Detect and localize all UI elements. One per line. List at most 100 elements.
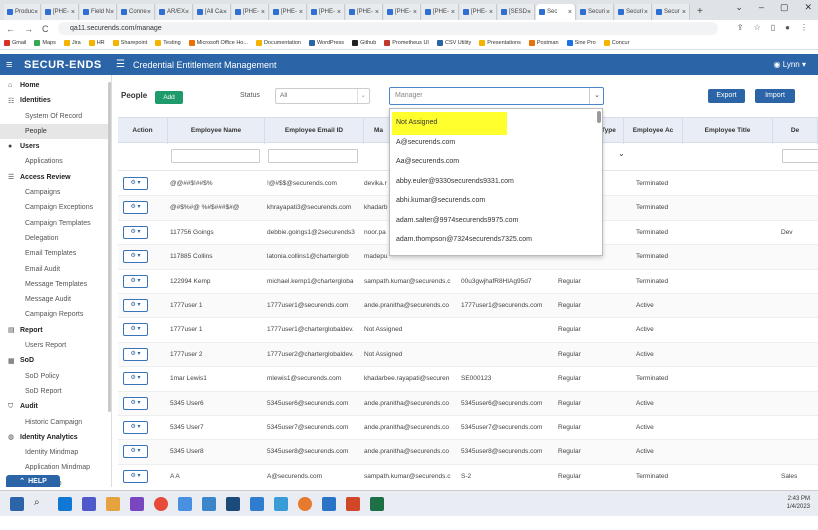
app-icon[interactable] [202,496,216,511]
browser-tab[interactable]: [PHE- × [422,4,459,20]
excel-icon[interactable] [370,496,384,511]
start-icon[interactable] [10,496,24,511]
sidebar-item[interactable]: Message Audit [0,292,111,307]
row-action-button[interactable]: ⚙ ▾ [123,372,148,386]
chevron-down-icon[interactable]: ⌄ [735,2,743,13]
new-tab-icon[interactable]: + [697,4,703,20]
chrome-icon[interactable] [154,496,168,511]
add-button[interactable]: Add [155,91,183,104]
browser-tab[interactable]: Field N × [80,4,117,20]
manager-option[interactable]: adam.salter@9974securends9975.com [390,211,602,231]
bookmark-item[interactable]: Postman [528,40,559,46]
employee-email-filter[interactable] [268,149,358,163]
user-menu[interactable]: ◉ Lynn ▾ [773,60,806,69]
sidebar-item[interactable]: Users Report [0,338,111,353]
forward-icon[interactable]: → [24,24,33,34]
sidebar-item[interactable]: Campaigns [0,185,111,200]
sidebar-item[interactable]: Delegation [0,231,111,246]
sidebar-section[interactable]: ⛉ Audit [0,399,111,414]
row-action-button[interactable]: ⚙ ▾ [123,274,148,288]
row-action-button[interactable]: ⚙ ▾ [123,225,148,239]
sidebar-item[interactable]: Application Mindmap [0,460,111,475]
sidebar-item[interactable]: SoD Policy [0,369,111,384]
sidebar-item[interactable]: Applications [0,154,111,169]
manager-option[interactable]: Aa@securends.com [390,152,602,172]
row-action-button[interactable]: ⚙ ▾ [123,299,148,312]
browser-tab[interactable]: Securi × [615,4,652,20]
row-action-button[interactable]: ⚙ ▾ [123,421,148,434]
tab-close-icon[interactable]: × [110,9,114,16]
browser-tab[interactable]: Securi × [577,4,614,20]
column-header[interactable]: Employee Email ID [265,118,364,144]
manager-option[interactable]: A@securends.com [390,133,602,153]
app-icon[interactable] [274,496,288,511]
browser-tab[interactable]: [PHE- × [346,4,383,20]
bookmark-item[interactable]: Microsoft Office Ho... [188,40,248,46]
tab-close-icon[interactable]: × [299,9,303,16]
browser-tab[interactable]: [PHE- × [232,4,269,20]
reload-icon[interactable]: C [42,24,49,34]
bookmark-item[interactable]: Sine Pro [566,40,596,46]
sidebar-scrollbar[interactable] [108,82,111,412]
sidebar-item[interactable]: Campaign Exceptions [0,200,111,215]
help-button[interactable]: ⌃ HELP [6,475,60,487]
app-icon[interactable] [250,496,264,511]
tab-close-icon[interactable]: × [682,9,686,16]
row-action-button[interactable]: ⚙ ▾ [123,396,148,410]
bookmark-item[interactable]: Presentations [479,40,521,46]
tab-close-icon[interactable]: × [71,9,75,16]
app-icon[interactable] [226,496,240,511]
app-icon[interactable] [298,496,312,511]
bookmark-item[interactable]: Jira [63,40,81,46]
manager-option[interactable]: abby.euler@9330securends9331.com [390,172,602,192]
sidebar-item[interactable]: Historic Campaign [0,415,111,430]
sidebar-section[interactable]: ▤ Report [0,323,111,338]
word-icon[interactable] [322,496,336,511]
browser-tab[interactable]: [SESD × [498,4,535,20]
tab-close-icon[interactable]: × [644,9,648,16]
manager-option[interactable]: abhi.kumar@securends.com [390,191,602,211]
sidebar-item[interactable]: Campaign Templates [0,216,111,231]
sidebar-item[interactable]: SoD Report [0,384,111,399]
url-field[interactable]: qa11.securends.com/manage [58,22,718,35]
search-icon[interactable]: ⌕ [34,497,48,511]
chevron-down-icon[interactable]: ⌄ [618,149,625,158]
manager-select[interactable]: Manager ⌄ [389,87,604,105]
tab-close-icon[interactable]: × [375,9,379,16]
row-action-button[interactable]: ⚙ ▾ [123,323,148,337]
browser-tab[interactable]: [PHE- × [460,4,497,20]
back-icon[interactable]: ← [6,24,15,34]
column-header[interactable]: De [773,118,818,144]
file-explorer-icon[interactable] [106,496,120,511]
browser-tab[interactable]: AR/EX × [156,4,193,20]
sidebar-section[interactable]: ☷ Identities [0,93,111,108]
bookmark-item[interactable]: Testing [155,40,181,46]
row-action-button[interactable]: ⚙ ▾ [123,250,148,264]
minimize-icon[interactable]: – [759,2,764,13]
row-action-button[interactable]: ⚙ ▾ [123,469,148,483]
bookmark-item[interactable]: HR [88,40,105,46]
browser-tab[interactable]: Sec × [536,4,576,20]
export-button[interactable]: Export [708,89,745,103]
browser-tab[interactable]: [PHE- × [42,4,79,20]
bookmark-item[interactable]: Maps [34,40,56,46]
browser-tab[interactable]: [PHE- × [270,4,307,20]
bookmark-item[interactable]: Prometheus UI [384,40,429,46]
row-action-button[interactable]: ⚙ ▾ [123,347,148,361]
profile-icon[interactable]: ● [785,23,790,32]
browser-tab[interactable]: Secur × [653,4,690,20]
column-header[interactable]: Employee Name [168,118,265,144]
tab-close-icon[interactable]: × [489,9,493,16]
menu-toggle-icon[interactable]: ☰ [116,59,125,70]
sidebar-item[interactable]: People [0,123,111,140]
tab-close-icon[interactable]: × [527,9,531,16]
row-action-button[interactable]: ⚙ ▾ [123,177,148,190]
sidebar-item[interactable]: Identity Mindmap [0,445,111,460]
tab-close-icon[interactable]: × [185,9,189,16]
column-header[interactable]: Employee Title [683,118,773,144]
tab-close-icon[interactable]: × [261,9,265,16]
row-action-button[interactable]: ⚙ ▾ [123,445,148,459]
bookmark-item[interactable]: Gmail [4,40,26,46]
bookmark-item[interactable]: WordPress [308,40,344,46]
status-select[interactable]: All ⌄ [275,88,370,104]
